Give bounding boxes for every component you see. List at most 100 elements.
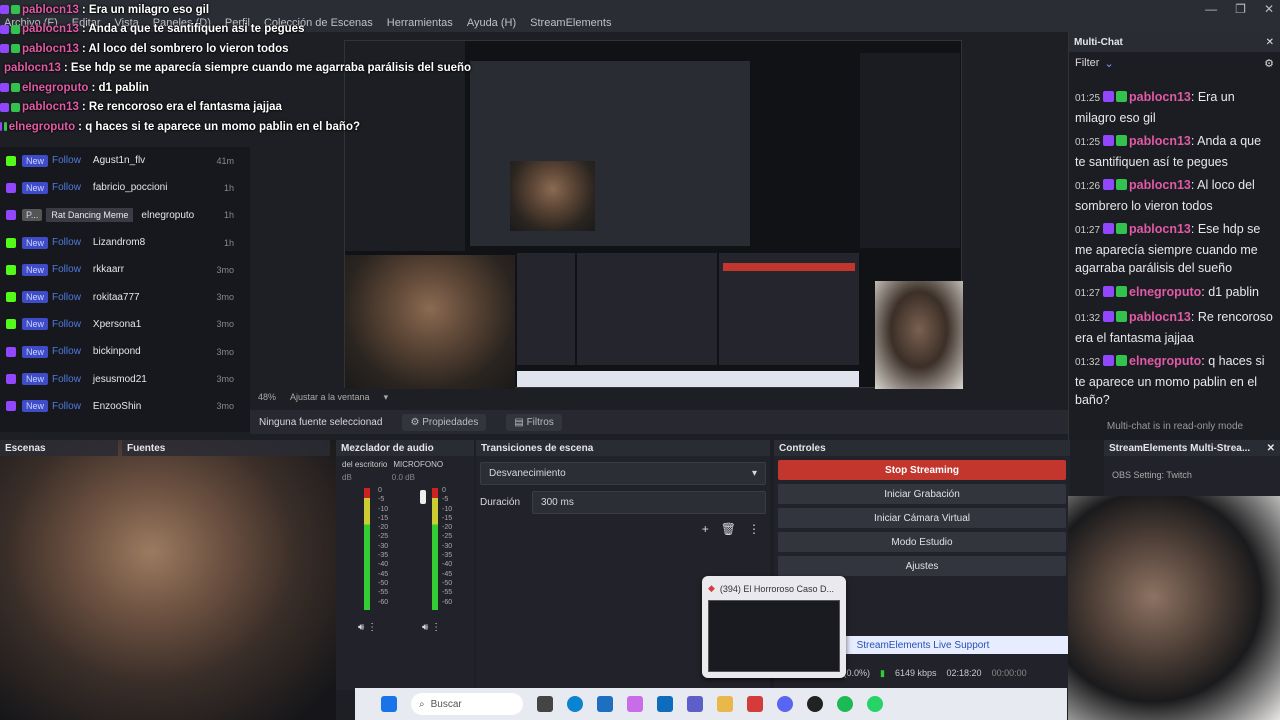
multichat-message: 01:26 pablocn13: Al loco del sombrero lo …: [1075, 178, 1255, 213]
close-icon[interactable]: ✕: [1266, 37, 1280, 48]
zoom-level[interactable]: 48%: [258, 392, 276, 403]
properties-button[interactable]: ⚙ Propiedades: [402, 413, 487, 431]
teams-icon[interactable]: [687, 696, 703, 712]
chat-message: : Ese hdp se me aparecía siempre cuando …: [63, 62, 472, 75]
kick-icon: [6, 319, 16, 330]
db-tick: -25: [378, 533, 389, 541]
follow-label: Follow: [52, 264, 81, 276]
filter-label[interactable]: Filter: [1075, 57, 1099, 70]
transition-select[interactable]: Desvanecimiento ▾: [480, 462, 766, 485]
more-icon[interactable]: ⋮: [748, 522, 760, 536]
se-multistream-header: StreamElements Multi-Strea... ✕: [1104, 440, 1280, 456]
fit-window-label[interactable]: Ajustar a la ventana: [290, 392, 370, 403]
verified-badge-icon: [1116, 91, 1128, 102]
readonly-notice: Multi-chat is in read-only mode: [1106, 421, 1244, 432]
follow-label: Follow: [52, 155, 81, 167]
chat-username: elnegroputo: [8, 120, 76, 133]
chevron-down-icon[interactable]: ▾: [384, 392, 389, 403]
db-tick: -5: [442, 496, 449, 504]
studio-mode-button[interactable]: Modo Estudio: [778, 532, 1066, 552]
properties-label: Propiedades: [422, 416, 479, 428]
follower-row[interactable]: New Follow rokitaa777 3mo: [0, 283, 250, 310]
follower-row[interactable]: P... Rat Dancing Meme elnegroputo 1h: [0, 202, 250, 229]
message-username: pablocn13: [1129, 178, 1191, 192]
whatsapp-icon[interactable]: [867, 696, 883, 712]
filters-label: Filtros: [526, 416, 554, 428]
new-badge: New: [22, 236, 49, 249]
virtual-camera-button[interactable]: Iniciar Cámara Virtual: [778, 508, 1066, 528]
follower-row[interactable]: New Follow bickinpond 3mo: [0, 338, 250, 365]
rec-time: 00:00:00: [991, 668, 1027, 678]
add-icon[interactable]: +: [702, 522, 709, 536]
stop-streaming-button[interactable]: Stop Streaming: [778, 460, 1066, 480]
message-username: pablocn13: [1129, 90, 1191, 104]
trash-icon[interactable]: 🗑︎: [721, 522, 736, 536]
db-tick: -10: [378, 505, 389, 513]
menu-streamelements[interactable]: StreamElements: [530, 17, 611, 29]
follower-name: EnzooShin: [92, 400, 142, 412]
mixer-header: Mezclador de audio: [336, 440, 474, 456]
edge-icon[interactable]: [567, 696, 583, 712]
new-badge: New: [22, 291, 49, 304]
close-icon[interactable]: ✕: [1264, 2, 1274, 16]
start-recording-button[interactable]: Iniciar Grabación: [778, 484, 1066, 504]
chat-overlay-line: pablocn13: Re rencoroso era el fantasma …: [0, 98, 360, 118]
windows-start-icon[interactable]: [381, 696, 397, 712]
menu-tools[interactable]: Herramientas: [387, 17, 453, 29]
signal-icon: ▮: [880, 667, 885, 678]
follower-row[interactable]: New Follow jesusmod21 3mo: [0, 365, 250, 392]
scene-preview[interactable]: [344, 40, 963, 389]
copilot-icon[interactable]: [627, 696, 643, 712]
brave-icon[interactable]: [747, 696, 763, 712]
speaker-icon[interactable]: 🔊︎ ⋮: [358, 622, 377, 633]
obs-icon[interactable]: [807, 696, 823, 712]
nested-transitions: [577, 253, 717, 365]
nested-taskbar: [517, 371, 859, 387]
follower-row[interactable]: New Follow Xpersona1 3mo: [0, 311, 250, 338]
desktop-db: dB: [342, 473, 352, 482]
folder-icon[interactable]: [717, 696, 733, 712]
chat-overlay-line: elnegroputo: d1 pablin: [0, 78, 360, 98]
mic-label: MICROFONO: [393, 460, 444, 469]
verified-badge-icon: [11, 83, 20, 93]
chevron-down-icon[interactable]: ⌄: [1104, 57, 1113, 70]
taskbar-preview-popup[interactable]: ◆ (394) El Horroroso Caso D...: [702, 576, 846, 678]
filters-button[interactable]: ▤ Filtros: [506, 413, 562, 431]
menu-help[interactable]: Ayuda (H): [467, 17, 516, 29]
mic-db: 0.0 dB: [391, 473, 415, 482]
audio-mixer-dock: Mezclador de audio del escritorio MICROF…: [336, 440, 474, 690]
duration-label: Duración: [480, 497, 521, 508]
follower-row[interactable]: New Follow Lizandrom8 1h: [0, 229, 250, 256]
store-icon[interactable]: [597, 696, 613, 712]
follower-time: 1h: [223, 237, 234, 248]
mic-fader[interactable]: [420, 490, 426, 504]
search-icon: ⌕: [419, 698, 425, 710]
se-multistream-dock: StreamElements Multi-Strea... ✕ OBS Setti…: [1104, 440, 1280, 496]
discord-icon[interactable]: [777, 696, 793, 712]
close-icon[interactable]: ✕: [1267, 443, 1280, 454]
follower-row[interactable]: New Follow rkkaarr 3mo: [0, 256, 250, 283]
task-view-icon[interactable]: [537, 696, 553, 712]
follower-row[interactable]: New Follow fabricio_poccioni 1h: [0, 174, 250, 201]
message-time: 01:32: [1075, 357, 1101, 368]
gear-icon[interactable]: ⚙: [1264, 57, 1274, 70]
outlook-icon[interactable]: [657, 696, 673, 712]
spotify-icon[interactable]: [837, 696, 853, 712]
taskbar-search[interactable]: ⌕ Buscar: [411, 693, 523, 715]
follower-row[interactable]: New Follow Agust1n_flv 41m: [0, 147, 250, 174]
speaker-icon[interactable]: 🔊︎ ⋮: [422, 622, 441, 633]
db-tick: -15: [442, 514, 453, 522]
chat-username: pablocn13: [22, 3, 79, 16]
follower-row[interactable]: New Follow EnzooShin 3mo: [0, 393, 250, 420]
db-tick: -5: [378, 496, 385, 504]
maximize-icon[interactable]: ❐: [1235, 2, 1246, 16]
settings-button[interactable]: Ajustes: [778, 556, 1066, 576]
minimize-icon[interactable]: —: [1205, 2, 1217, 16]
chat-username: pablocn13: [4, 62, 61, 75]
windows-taskbar: ⌕ Buscar: [355, 688, 1067, 720]
new-badge: New: [22, 154, 49, 167]
filter-row[interactable]: Filter ⌄ ⚙: [1069, 52, 1280, 88]
follow-label: Follow: [52, 237, 81, 249]
duration-input[interactable]: 300 ms: [532, 491, 766, 514]
message-time: 01:27: [1075, 287, 1101, 299]
